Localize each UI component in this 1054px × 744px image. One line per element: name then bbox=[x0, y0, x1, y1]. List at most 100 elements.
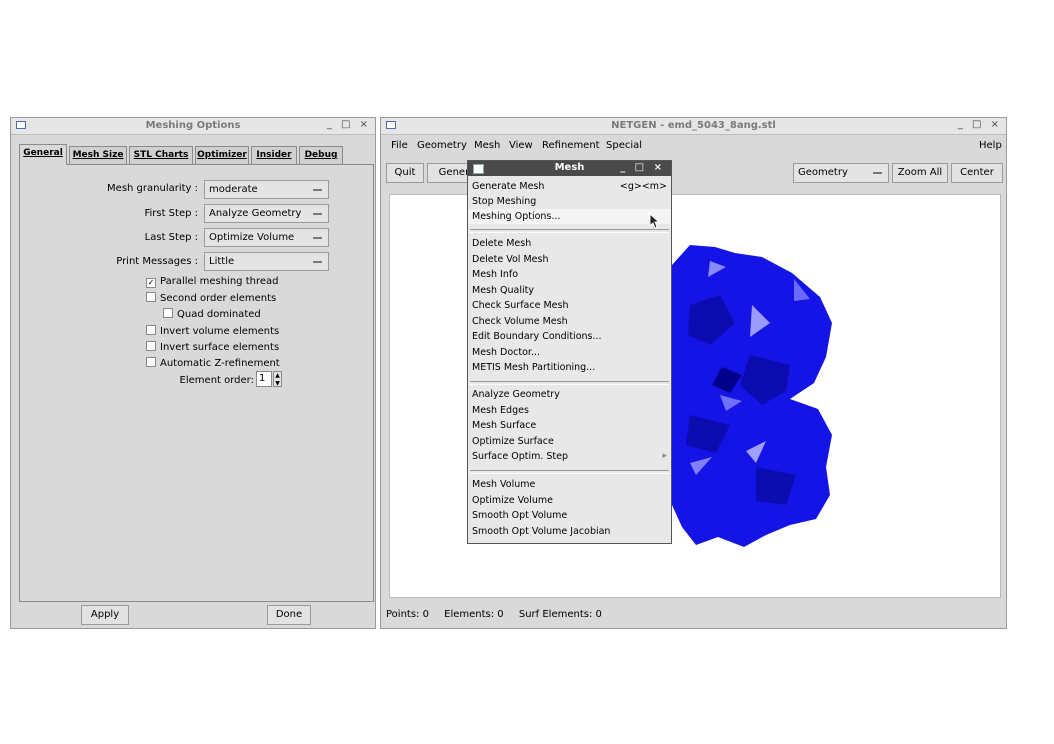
invert-volume-checkbox[interactable]: Invert volume elements bbox=[146, 325, 279, 337]
tab-debug[interactable]: Debug bbox=[299, 146, 343, 164]
checkbox-label: Invert surface elements bbox=[160, 342, 280, 353]
netgen-titlebar[interactable]: NETGEN - emd_5043_8ang.stl _ □ × bbox=[381, 118, 1006, 135]
meshing-options-window: Meshing Options _ □ × General Mesh Size … bbox=[10, 117, 376, 629]
menu-help[interactable]: Help bbox=[979, 140, 1002, 151]
window-controls[interactable]: _ □ × bbox=[327, 119, 371, 130]
window-controls[interactable]: _ □ × bbox=[958, 119, 1002, 130]
menu-item-label: Mesh Volume bbox=[472, 479, 536, 490]
invert-surface-checkbox[interactable]: Invert surface elements bbox=[146, 341, 279, 353]
checkbox-icon bbox=[146, 357, 156, 367]
options-window-title: Meshing Options bbox=[145, 120, 241, 131]
menu-item-delete-vol-mesh[interactable]: Delete Vol Mesh bbox=[468, 252, 671, 267]
element-order-spinbox[interactable]: 1 bbox=[256, 371, 272, 387]
first-step-value: Analyze Geometry bbox=[209, 208, 302, 219]
menu-item-label: Stop Meshing bbox=[472, 196, 537, 207]
geometry-select-menubutton[interactable]: Geometry bbox=[793, 163, 889, 183]
status-bar: Points: 0 Elements: 0 Surf Elements: 0 bbox=[386, 609, 602, 623]
geometry-select-value: Geometry bbox=[798, 167, 848, 178]
menu-item-label: Mesh Quality bbox=[472, 285, 534, 296]
last-step-label: Last Step : bbox=[144, 232, 198, 243]
menu-item-label: Edit Boundary Conditions... bbox=[472, 331, 602, 342]
status-surf-elements: Surf Elements: 0 bbox=[518, 609, 602, 620]
menu-item-smooth-opt-volume[interactable]: Smooth Opt Volume bbox=[468, 508, 671, 523]
menu-item-mesh-info[interactable]: Mesh Info bbox=[468, 267, 671, 282]
menu-item-analyze-geometry[interactable]: Analyze Geometry bbox=[468, 387, 671, 402]
checkbox-label: Quad dominated bbox=[177, 309, 261, 320]
menu-item-label: Smooth Opt Volume bbox=[472, 510, 568, 521]
menu-geometry[interactable]: Geometry bbox=[417, 140, 467, 151]
menu-item-surface-optim-step[interactable]: Surface Optim. Step ▸ bbox=[468, 449, 671, 464]
menu-item-mesh-volume[interactable]: Mesh Volume bbox=[468, 477, 671, 492]
dropdown-indicator-icon bbox=[313, 261, 322, 263]
dropdown-indicator-icon bbox=[313, 237, 322, 239]
checkbox-icon bbox=[163, 308, 173, 318]
menu-item-label: Mesh Surface bbox=[472, 420, 537, 431]
menu-item-label: Mesh Info bbox=[472, 269, 519, 280]
submenu-arrow-icon: ▸ bbox=[662, 451, 667, 461]
status-points: Points: 0 bbox=[386, 609, 429, 620]
spin-arrows-icon[interactable]: ▲ ▼ bbox=[273, 371, 282, 387]
checkbox-label: Automatic Z-refinement bbox=[160, 358, 280, 369]
quit-button[interactable]: Quit bbox=[386, 163, 424, 183]
menu-item-label: Delete Vol Mesh bbox=[472, 254, 549, 265]
checkbox-icon bbox=[146, 325, 156, 335]
tab-stl-charts[interactable]: STL Charts bbox=[129, 146, 193, 164]
menu-mesh[interactable]: Mesh bbox=[474, 140, 500, 151]
print-messages-menubutton[interactable]: Little bbox=[204, 252, 329, 271]
menu-view[interactable]: View bbox=[509, 140, 533, 151]
menu-item-generate-mesh[interactable]: Generate Mesh <g><m> bbox=[468, 179, 671, 194]
menu-item-label: Mesh Edges bbox=[472, 405, 529, 416]
menu-item-label: Delete Mesh bbox=[472, 238, 532, 249]
menu-item-smooth-opt-volume-jacobian[interactable]: Smooth Opt Volume Jacobian bbox=[468, 524, 671, 539]
granularity-menubutton[interactable]: moderate bbox=[204, 180, 329, 199]
menu-item-mesh-doctor[interactable]: Mesh Doctor... bbox=[468, 345, 671, 360]
menu-item-check-volume-mesh[interactable]: Check Volume Mesh bbox=[468, 314, 671, 329]
menu-item-mesh-surface[interactable]: Mesh Surface bbox=[468, 418, 671, 433]
menu-item-mesh-quality[interactable]: Mesh Quality bbox=[468, 283, 671, 298]
menu-special[interactable]: Special bbox=[606, 140, 642, 151]
menu-item-check-surface-mesh[interactable]: Check Surface Mesh bbox=[468, 298, 671, 313]
tab-insider[interactable]: Insider bbox=[251, 146, 297, 164]
checkbox-label: Invert volume elements bbox=[160, 326, 280, 337]
quad-dominated-checkbox[interactable]: Quad dominated bbox=[163, 308, 261, 320]
mesh-menu-titlebar[interactable]: Mesh _ □ × bbox=[468, 161, 671, 176]
tab-mesh-size[interactable]: Mesh Size bbox=[69, 146, 127, 164]
menu-refinement[interactable]: Refinement bbox=[542, 140, 600, 151]
options-titlebar[interactable]: Meshing Options _ □ × bbox=[11, 118, 375, 135]
menu-file[interactable]: File bbox=[391, 140, 408, 151]
second-order-checkbox[interactable]: Second order elements bbox=[146, 292, 276, 304]
checkbox-icon bbox=[146, 292, 156, 302]
z-refinement-checkbox[interactable]: Automatic Z-refinement bbox=[146, 357, 280, 369]
menu-item-optimize-volume[interactable]: Optimize Volume bbox=[468, 493, 671, 508]
first-step-menubutton[interactable]: Analyze Geometry bbox=[204, 204, 329, 223]
last-step-menubutton[interactable]: Optimize Volume bbox=[204, 228, 329, 247]
done-button[interactable]: Done bbox=[267, 605, 311, 625]
element-order-label: Element order: bbox=[179, 375, 254, 386]
zoom-all-button[interactable]: Zoom All bbox=[892, 163, 948, 183]
granularity-label: Mesh granularity : bbox=[107, 183, 198, 194]
menu-item-optimize-surface[interactable]: Optimize Surface bbox=[468, 434, 671, 449]
window-controls[interactable]: _ □ × bbox=[620, 162, 665, 173]
menu-item-stop-meshing[interactable]: Stop Meshing bbox=[468, 194, 671, 209]
menu-item-label: Check Volume Mesh bbox=[472, 316, 568, 327]
menu-item-delete-mesh[interactable]: Delete Mesh bbox=[468, 236, 671, 251]
parallel-meshing-checkbox[interactable]: ✓ Parallel meshing thread bbox=[146, 276, 278, 288]
menu-item-meshing-options[interactable]: Meshing Options... bbox=[468, 209, 671, 224]
menu-item-label: Optimize Volume bbox=[472, 495, 553, 506]
menu-item-label: Generate Mesh bbox=[472, 181, 545, 192]
status-elements: Elements: 0 bbox=[444, 609, 504, 620]
menu-item-edit-boundary-conditions[interactable]: Edit Boundary Conditions... bbox=[468, 329, 671, 344]
menu-item-label: Mesh Doctor... bbox=[472, 347, 541, 358]
menu-item-metis-partitioning[interactable]: METIS Mesh Partitioning... bbox=[468, 360, 671, 375]
granularity-value: moderate bbox=[209, 184, 258, 195]
tab-optimizer[interactable]: Optimizer bbox=[195, 146, 249, 164]
tab-general[interactable]: General bbox=[19, 144, 67, 165]
center-button[interactable]: Center bbox=[951, 163, 1003, 183]
apply-button[interactable]: Apply bbox=[81, 605, 129, 625]
checkbox-checked-icon: ✓ bbox=[146, 278, 156, 288]
menu-item-mesh-edges[interactable]: Mesh Edges bbox=[468, 403, 671, 418]
menu-separator bbox=[470, 381, 669, 385]
dropdown-indicator-icon bbox=[313, 213, 322, 215]
menu-item-label: Surface Optim. Step bbox=[472, 451, 569, 462]
mouse-pointer-icon bbox=[649, 213, 661, 229]
